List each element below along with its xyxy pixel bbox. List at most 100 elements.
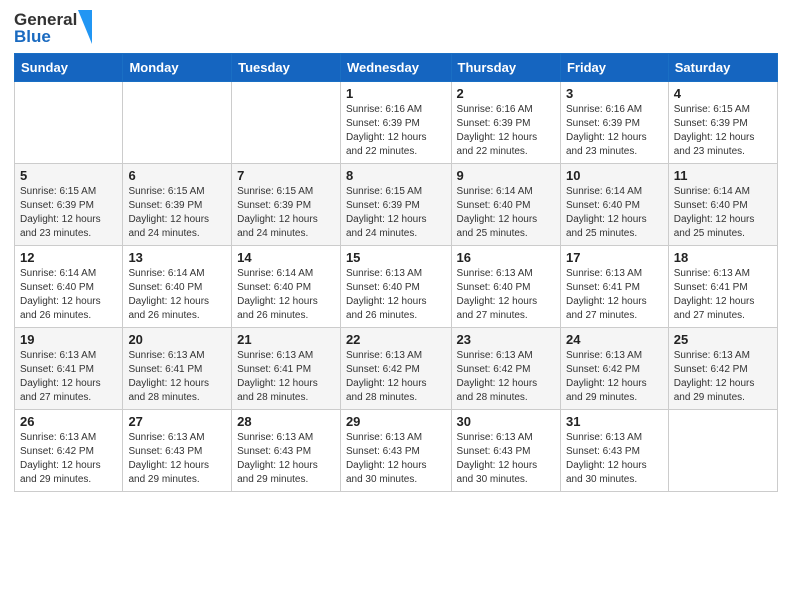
- calendar-cell: 1 Sunrise: 6:16 AM Sunset: 6:39 PM Daylig…: [340, 82, 451, 164]
- calendar-cell: 12 Sunrise: 6:14 AM Sunset: 6:40 PM Dayli…: [15, 246, 123, 328]
- calendar-cell: 10 Sunrise: 6:14 AM Sunset: 6:40 PM Dayli…: [560, 164, 668, 246]
- calendar-cell: 31 Sunrise: 6:13 AM Sunset: 6:43 PM Dayli…: [560, 410, 668, 492]
- calendar-cell: 14 Sunrise: 6:14 AM Sunset: 6:40 PM Dayli…: [232, 246, 341, 328]
- calendar-cell: 28 Sunrise: 6:13 AM Sunset: 6:43 PM Dayli…: [232, 410, 341, 492]
- logo-blue-text: Blue: [14, 28, 77, 45]
- day-number: 4: [674, 86, 772, 101]
- calendar-cell: 6 Sunrise: 6:15 AM Sunset: 6:39 PM Daylig…: [123, 164, 232, 246]
- calendar-header-row: SundayMondayTuesdayWednesdayThursdayFrid…: [15, 54, 778, 82]
- day-info: Sunrise: 6:13 AM Sunset: 6:43 PM Dayligh…: [346, 431, 446, 487]
- logo: General Blue: [14, 10, 92, 45]
- day-info: Sunrise: 6:13 AM Sunset: 6:43 PM Dayligh…: [457, 431, 555, 487]
- calendar-cell: [668, 410, 777, 492]
- day-number: 24: [566, 332, 663, 347]
- calendar-cell: 2 Sunrise: 6:16 AM Sunset: 6:39 PM Daylig…: [451, 82, 560, 164]
- day-number: 1: [346, 86, 446, 101]
- day-info: Sunrise: 6:13 AM Sunset: 6:40 PM Dayligh…: [457, 267, 555, 323]
- day-number: 14: [237, 250, 335, 265]
- calendar-header-saturday: Saturday: [668, 54, 777, 82]
- day-number: 22: [346, 332, 446, 347]
- day-number: 31: [566, 414, 663, 429]
- calendar-week-row: 26 Sunrise: 6:13 AM Sunset: 6:42 PM Dayli…: [15, 410, 778, 492]
- day-number: 26: [20, 414, 117, 429]
- day-number: 28: [237, 414, 335, 429]
- calendar-cell: 24 Sunrise: 6:13 AM Sunset: 6:42 PM Dayli…: [560, 328, 668, 410]
- calendar-week-row: 1 Sunrise: 6:16 AM Sunset: 6:39 PM Daylig…: [15, 82, 778, 164]
- day-number: 30: [457, 414, 555, 429]
- day-number: 15: [346, 250, 446, 265]
- day-info: Sunrise: 6:13 AM Sunset: 6:42 PM Dayligh…: [566, 349, 663, 405]
- day-info: Sunrise: 6:13 AM Sunset: 6:43 PM Dayligh…: [566, 431, 663, 487]
- day-number: 2: [457, 86, 555, 101]
- day-number: 18: [674, 250, 772, 265]
- calendar-cell: [15, 82, 123, 164]
- calendar-cell: [232, 82, 341, 164]
- calendar-cell: 8 Sunrise: 6:15 AM Sunset: 6:39 PM Daylig…: [340, 164, 451, 246]
- calendar-week-row: 12 Sunrise: 6:14 AM Sunset: 6:40 PM Dayli…: [15, 246, 778, 328]
- calendar-cell: 30 Sunrise: 6:13 AM Sunset: 6:43 PM Dayli…: [451, 410, 560, 492]
- calendar-cell: 13 Sunrise: 6:14 AM Sunset: 6:40 PM Dayli…: [123, 246, 232, 328]
- day-number: 23: [457, 332, 555, 347]
- day-info: Sunrise: 6:13 AM Sunset: 6:41 PM Dayligh…: [566, 267, 663, 323]
- day-info: Sunrise: 6:14 AM Sunset: 6:40 PM Dayligh…: [20, 267, 117, 323]
- day-number: 12: [20, 250, 117, 265]
- day-info: Sunrise: 6:14 AM Sunset: 6:40 PM Dayligh…: [237, 267, 335, 323]
- day-info: Sunrise: 6:14 AM Sunset: 6:40 PM Dayligh…: [457, 185, 555, 241]
- logo-text-area: General Blue: [14, 10, 92, 45]
- calendar-cell: 7 Sunrise: 6:15 AM Sunset: 6:39 PM Daylig…: [232, 164, 341, 246]
- day-info: Sunrise: 6:14 AM Sunset: 6:40 PM Dayligh…: [128, 267, 226, 323]
- day-number: 25: [674, 332, 772, 347]
- day-info: Sunrise: 6:13 AM Sunset: 6:42 PM Dayligh…: [457, 349, 555, 405]
- calendar-cell: 21 Sunrise: 6:13 AM Sunset: 6:41 PM Dayli…: [232, 328, 341, 410]
- day-info: Sunrise: 6:15 AM Sunset: 6:39 PM Dayligh…: [128, 185, 226, 241]
- day-number: 27: [128, 414, 226, 429]
- day-number: 8: [346, 168, 446, 183]
- day-info: Sunrise: 6:15 AM Sunset: 6:39 PM Dayligh…: [346, 185, 446, 241]
- day-info: Sunrise: 6:13 AM Sunset: 6:41 PM Dayligh…: [237, 349, 335, 405]
- calendar-cell: 17 Sunrise: 6:13 AM Sunset: 6:41 PM Dayli…: [560, 246, 668, 328]
- day-number: 29: [346, 414, 446, 429]
- day-info: Sunrise: 6:13 AM Sunset: 6:43 PM Dayligh…: [237, 431, 335, 487]
- day-number: 21: [237, 332, 335, 347]
- day-info: Sunrise: 6:15 AM Sunset: 6:39 PM Dayligh…: [674, 103, 772, 159]
- calendar-header-friday: Friday: [560, 54, 668, 82]
- calendar-header-tuesday: Tuesday: [232, 54, 341, 82]
- day-info: Sunrise: 6:16 AM Sunset: 6:39 PM Dayligh…: [346, 103, 446, 159]
- calendar-header-wednesday: Wednesday: [340, 54, 451, 82]
- calendar-header-sunday: Sunday: [15, 54, 123, 82]
- day-info: Sunrise: 6:14 AM Sunset: 6:40 PM Dayligh…: [674, 185, 772, 241]
- day-number: 10: [566, 168, 663, 183]
- day-info: Sunrise: 6:16 AM Sunset: 6:39 PM Dayligh…: [457, 103, 555, 159]
- day-number: 19: [20, 332, 117, 347]
- calendar-week-row: 5Sunrise: 6:15 AM Sunset: 6:39 PM Daylig…: [15, 164, 778, 246]
- calendar-table: SundayMondayTuesdayWednesdayThursdayFrid…: [14, 53, 778, 492]
- day-number: 16: [457, 250, 555, 265]
- day-info: Sunrise: 6:13 AM Sunset: 6:42 PM Dayligh…: [346, 349, 446, 405]
- calendar-cell: 27 Sunrise: 6:13 AM Sunset: 6:43 PM Dayli…: [123, 410, 232, 492]
- day-number: 17: [566, 250, 663, 265]
- calendar-header-thursday: Thursday: [451, 54, 560, 82]
- day-number: 6: [128, 168, 226, 183]
- calendar-cell: 9Sunrise: 6:14 AM Sunset: 6:40 PM Daylig…: [451, 164, 560, 246]
- day-number: 7: [237, 168, 335, 183]
- day-info: Sunrise: 6:15 AM Sunset: 6:39 PM Dayligh…: [20, 185, 117, 241]
- logo-general-text: General: [14, 11, 77, 28]
- calendar-cell: 22 Sunrise: 6:13 AM Sunset: 6:42 PM Dayli…: [340, 328, 451, 410]
- day-info: Sunrise: 6:13 AM Sunset: 6:42 PM Dayligh…: [20, 431, 117, 487]
- day-info: Sunrise: 6:16 AM Sunset: 6:39 PM Dayligh…: [566, 103, 663, 159]
- day-info: Sunrise: 6:13 AM Sunset: 6:43 PM Dayligh…: [128, 431, 226, 487]
- calendar-header-monday: Monday: [123, 54, 232, 82]
- day-info: Sunrise: 6:13 AM Sunset: 6:42 PM Dayligh…: [674, 349, 772, 405]
- day-info: Sunrise: 6:14 AM Sunset: 6:40 PM Dayligh…: [566, 185, 663, 241]
- page: General Blue SundayMondayTuesdayWednesda…: [0, 0, 792, 612]
- day-number: 13: [128, 250, 226, 265]
- calendar-cell: 11 Sunrise: 6:14 AM Sunset: 6:40 PM Dayli…: [668, 164, 777, 246]
- day-info: Sunrise: 6:15 AM Sunset: 6:39 PM Dayligh…: [237, 185, 335, 241]
- day-number: 20: [128, 332, 226, 347]
- calendar-cell: 20Sunrise: 6:13 AM Sunset: 6:41 PM Dayli…: [123, 328, 232, 410]
- day-info: Sunrise: 6:13 AM Sunset: 6:40 PM Dayligh…: [346, 267, 446, 323]
- day-number: 11: [674, 168, 772, 183]
- calendar-week-row: 19 Sunrise: 6:13 AM Sunset: 6:41 PM Dayli…: [15, 328, 778, 410]
- calendar-cell: 15 Sunrise: 6:13 AM Sunset: 6:40 PM Dayli…: [340, 246, 451, 328]
- day-info: Sunrise: 6:13 AM Sunset: 6:41 PM Dayligh…: [674, 267, 772, 323]
